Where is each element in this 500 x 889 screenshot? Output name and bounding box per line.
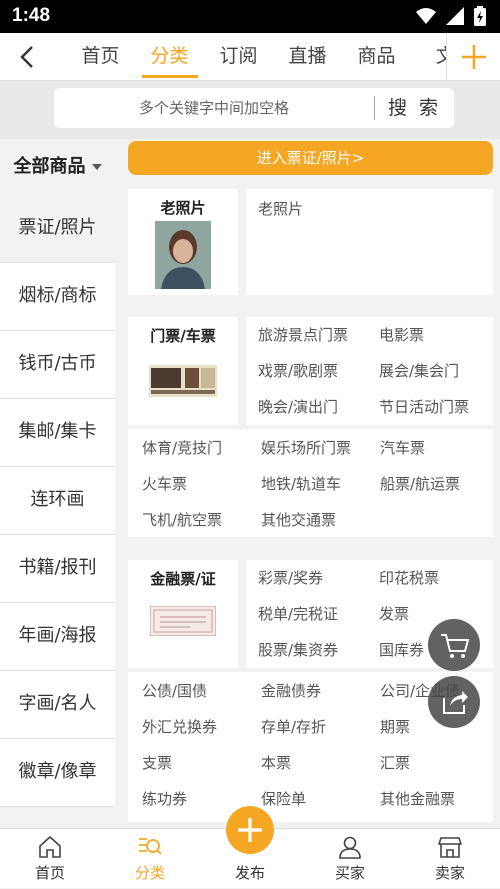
subcategory-link[interactable]: 电影票 xyxy=(379,324,424,345)
status-time: 1:48 xyxy=(12,5,51,26)
bottom-tab-seller[interactable]: 卖家 xyxy=(400,829,500,889)
subcategory-link[interactable]: 汇票 xyxy=(380,752,410,773)
sidebar-item-coins[interactable]: 钱币/古币 xyxy=(0,331,115,399)
bottom-tab-home[interactable]: 首页 xyxy=(0,829,100,889)
subcategory-link[interactable]: 外汇兑换券 xyxy=(142,716,217,737)
subcategory-link[interactable]: 旅游景点门票 xyxy=(258,324,348,345)
subcategory-link[interactable]: 发票 xyxy=(379,603,409,624)
all-products-dropdown[interactable]: 全部商品 xyxy=(0,139,115,195)
category-sidebar: 全部商品 票证/照片 烟标/商标 钱币/古币 集邮/集卡 连环画 书籍/报刊 年… xyxy=(0,139,115,829)
subcategory-link[interactable]: 船票/航运票 xyxy=(380,473,460,494)
search-input[interactable]: 多个关键字中间加空格 xyxy=(54,88,374,128)
home-icon xyxy=(39,835,61,858)
tab-subscribe[interactable]: 订阅 xyxy=(204,33,273,81)
cart-icon xyxy=(441,634,470,658)
cart-fab[interactable] xyxy=(428,619,480,671)
status-bar: 1:48 xyxy=(0,0,500,33)
sidebar-item-calligraphy[interactable]: 字画/名人 xyxy=(0,671,115,739)
category-card-tickets[interactable]: 门票/车票 xyxy=(128,317,238,425)
sidebar-item-badges[interactable]: 徽章/像章 xyxy=(0,739,115,807)
sidebar-item-comics[interactable]: 连环画 xyxy=(0,467,115,535)
subcategory-link[interactable]: 印花税票 xyxy=(379,567,439,588)
category-title: 老照片 xyxy=(160,199,206,217)
subcategory-link[interactable]: 戏票/歌剧票 xyxy=(258,360,338,381)
sidebar-item-stamps[interactable]: 集邮/集卡 xyxy=(0,399,115,467)
finance-thumbnail xyxy=(150,606,216,636)
share-fab[interactable] xyxy=(428,676,480,728)
subcategory-link[interactable]: 火车票 xyxy=(142,473,187,494)
add-button[interactable] xyxy=(446,33,500,81)
sidebar-item-cigarette-labels[interactable]: 烟标/商标 xyxy=(0,263,115,331)
category-card-old-photos[interactable]: 老照片 xyxy=(128,189,238,295)
subcategory-link[interactable]: 飞机/航空票 xyxy=(142,509,222,530)
enter-category-banner[interactable]: 进入票证/照片> xyxy=(128,141,493,175)
subcategory-link[interactable]: 公债/国债 xyxy=(142,680,207,701)
top-nav: 首页 分类 订阅 直播 商品 文 xyxy=(0,33,500,81)
subcategory-link[interactable]: 老照片 xyxy=(258,198,303,219)
ticket-thumbnail xyxy=(149,365,217,397)
bottom-tab-category[interactable]: 分类 xyxy=(100,829,200,889)
plus-icon xyxy=(238,818,262,842)
category-tabs: 首页 分类 订阅 直播 商品 文 xyxy=(66,33,446,81)
category-card-finance[interactable]: 金融票/证 xyxy=(128,560,238,668)
subcategory-link[interactable]: 练功券 xyxy=(142,788,187,809)
subcategory-link[interactable]: 国库券 xyxy=(379,639,424,660)
subcategory-link[interactable]: 彩票/奖券 xyxy=(258,567,323,588)
active-tab-underline xyxy=(141,75,198,78)
bottom-tab-buyer[interactable]: 买家 xyxy=(300,829,400,889)
subcategory-link[interactable]: 其他交通票 xyxy=(261,509,336,530)
subcategory-link[interactable]: 股票/集资券 xyxy=(258,639,338,660)
signal-icon xyxy=(446,7,464,25)
tab-category[interactable]: 分类 xyxy=(135,33,204,81)
subcategory-link[interactable]: 体育/竞技门 xyxy=(142,437,222,458)
category-title: 金融票/证 xyxy=(150,570,216,588)
subcategory-link[interactable]: 展会/集会门 xyxy=(379,360,459,381)
subcategory-link[interactable]: 税单/完税证 xyxy=(258,603,338,624)
tab-products[interactable]: 商品 xyxy=(342,33,411,81)
category-links-tickets-a: 旅游景点门票 电影票 戏票/歌剧票 展会/集会门 晚会/演出门 节日活动门票 xyxy=(246,317,493,425)
tab-article[interactable]: 文 xyxy=(411,33,446,81)
subcategory-link[interactable]: 汽车票 xyxy=(380,437,425,458)
search-button[interactable]: 搜 索 xyxy=(375,88,454,128)
seller-store-icon xyxy=(438,837,462,858)
category-title: 门票/车票 xyxy=(150,327,216,345)
back-arrow-icon[interactable] xyxy=(14,43,42,71)
sidebar-item-books[interactable]: 书籍/报刊 xyxy=(0,535,115,603)
dropdown-arrow-icon xyxy=(91,164,102,170)
subcategory-link[interactable]: 本票 xyxy=(261,752,291,773)
subcategory-link[interactable]: 支票 xyxy=(142,752,172,773)
search-bar: 多个关键字中间加空格 搜 索 xyxy=(0,81,500,139)
subcategory-link[interactable]: 存单/存折 xyxy=(261,716,326,737)
subcategory-link[interactable]: 期票 xyxy=(380,716,410,737)
subcategory-link[interactable]: 晚会/演出门 xyxy=(258,396,338,417)
category-icon xyxy=(139,838,162,855)
share-icon xyxy=(443,691,468,714)
category-links-tickets-b: 体育/竞技门 娱乐场所门票 汽车票 火车票 地铁/轨道车 船票/航运票 飞机/航… xyxy=(128,429,493,537)
sidebar-item-posters[interactable]: 年画/海报 xyxy=(0,603,115,671)
buyer-icon xyxy=(339,836,361,859)
search-box: 多个关键字中间加空格 搜 索 xyxy=(54,88,454,128)
subcategory-link[interactable]: 金融债券 xyxy=(261,680,321,701)
old-photo-thumbnail xyxy=(155,221,211,289)
tab-live[interactable]: 直播 xyxy=(273,33,342,81)
publish-button[interactable] xyxy=(226,806,274,854)
battery-icon xyxy=(474,6,486,26)
subcategory-link[interactable]: 娱乐场所门票 xyxy=(261,437,351,458)
sidebar-item-tickets-photos[interactable]: 票证/照片 xyxy=(0,195,115,263)
subcategory-link[interactable]: 其他金融票 xyxy=(380,788,455,809)
subcategory-link[interactable]: 地铁/轨道车 xyxy=(261,473,341,494)
tab-home[interactable]: 首页 xyxy=(66,33,135,81)
category-links-old-photos: 老照片 xyxy=(246,189,493,295)
subcategory-link[interactable]: 节日活动门票 xyxy=(379,396,469,417)
wifi-icon xyxy=(416,8,436,24)
plus-icon xyxy=(462,45,486,69)
